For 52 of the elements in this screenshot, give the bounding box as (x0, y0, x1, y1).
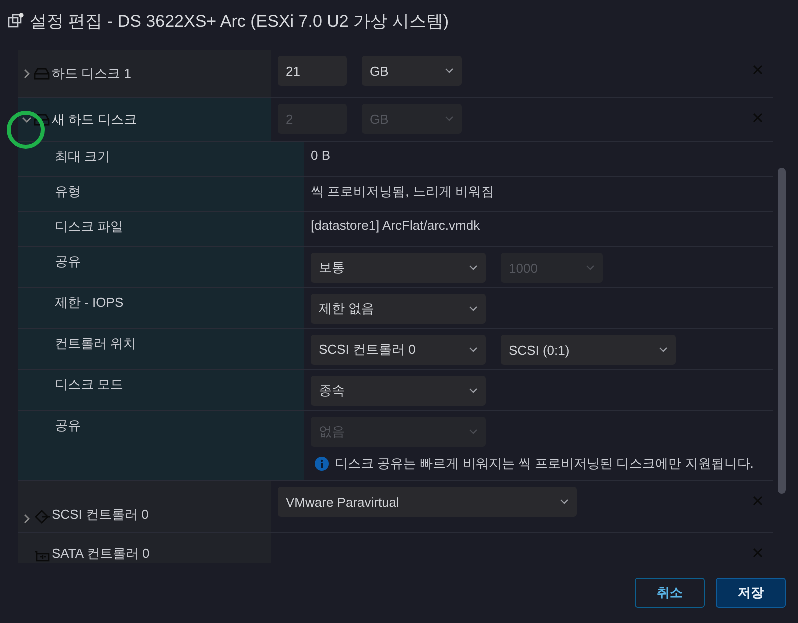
caret-icon (469, 265, 478, 271)
device-label[interactable]: SATA 컨트롤러 0 (52, 545, 150, 563)
dropdown[interactable]: VMware Paravirtual (278, 487, 577, 517)
device-label[interactable]: SCSI 컨트롤러 0 (52, 506, 149, 524)
caret-icon (469, 429, 478, 435)
caret-icon (445, 116, 454, 122)
disk-drive-icon (34, 66, 50, 80)
close-icon[interactable] (753, 548, 763, 558)
close-icon[interactable] (753, 113, 763, 123)
close-icon[interactable] (753, 496, 763, 506)
field-label: 디스크 파일 (55, 218, 124, 236)
port-card-icon (34, 549, 50, 563)
field-label: 컨트롤러 위치 (55, 335, 137, 353)
caret-icon (469, 347, 478, 353)
field-label: 공유 (55, 417, 81, 435)
field-label: 공유 (55, 253, 81, 271)
dropdown[interactable]: SCSI 컨트롤러 0 (311, 335, 486, 365)
caret-icon (560, 499, 569, 505)
info-message: 디스크 공유는 빠르게 비워지는 씩 프로비저닝된 디스크에만 지원됩니다. (335, 455, 754, 473)
field-value: 씩 프로비저닝됨, 느리게 비워짐 (311, 183, 494, 201)
dropdown[interactable]: 종속 (311, 376, 486, 406)
caret-icon (469, 306, 478, 312)
dropdown[interactable]: SCSI (0:1) (501, 335, 676, 365)
field-label: 제한 - IOPS (55, 294, 124, 312)
disk-drive-icon (34, 112, 50, 126)
caret-icon (586, 265, 595, 271)
chevron-icon[interactable] (22, 68, 32, 78)
caret-icon (469, 388, 478, 394)
dropdown[interactable]: 보통 (311, 253, 486, 283)
size-field[interactable]: 21 (278, 56, 347, 86)
chevron-icon[interactable] (22, 514, 32, 524)
field-label: 디스크 모드 (55, 376, 124, 394)
cancel-button[interactable]: 취소 (635, 578, 705, 608)
caret-icon (659, 347, 668, 353)
device-label[interactable]: 하드 디스크 1 (52, 64, 132, 82)
field-label: 유형 (55, 183, 81, 201)
dropdown[interactable]: 제한 없음 (311, 294, 486, 324)
unit-dropdown[interactable]: GB (362, 56, 462, 86)
save-button[interactable]: 저장 (716, 578, 786, 608)
close-icon[interactable] (753, 65, 763, 75)
caret-icon (445, 68, 454, 74)
highlight-circle (7, 111, 45, 149)
scrollbar-thumb[interactable] (778, 168, 786, 494)
field-value: 0 B (311, 148, 331, 163)
device-label[interactable]: 새 하드 디스크 (52, 110, 138, 128)
field-label: 최대 크기 (55, 148, 111, 166)
window-title: 설정 편집 - DS 3622XS+ Arc (ESXi 7.0 U2 가상 시스템) (30, 10, 449, 32)
info-icon (315, 457, 329, 471)
field-value: [datastore1] ArcFlat/arc.vmdk (311, 218, 480, 233)
vm-icon (8, 13, 24, 29)
diamond-plug-icon (34, 510, 50, 524)
chevron-icon[interactable] (22, 114, 32, 124)
